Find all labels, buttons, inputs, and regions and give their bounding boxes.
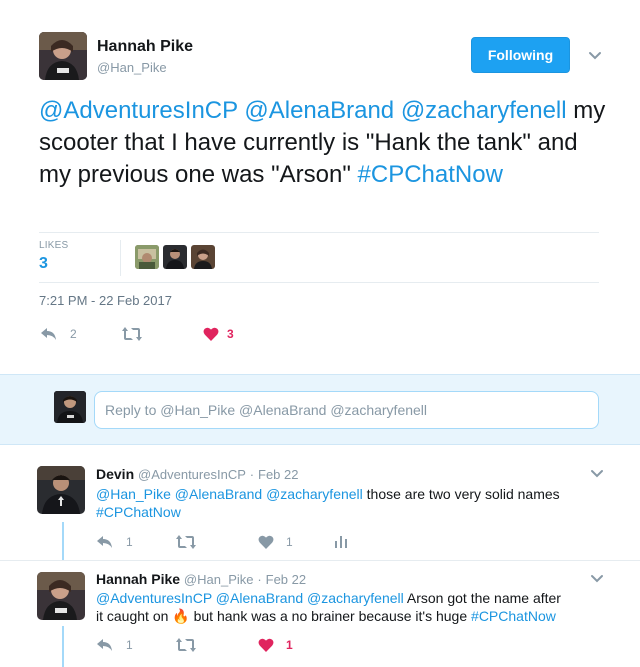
reply-action[interactable]: 1 [96,534,133,550]
thread-line [62,522,64,560]
heart-icon [258,638,274,652]
retweet-action[interactable] [175,637,197,653]
reply-hashtag[interactable]: #CPChatNow [471,608,556,624]
author-handle[interactable]: @Han_Pike [97,60,167,75]
reply-mentions[interactable]: @Han_Pike @AlenaBrand @zacharyfenell [96,486,363,502]
likes-count[interactable]: 3 [39,255,48,273]
heart-icon [258,535,274,549]
analytics-action[interactable] [334,534,348,548]
current-user-avatar [54,391,86,423]
reply-body: those are two very solid names [362,486,560,502]
more-options-chevron-icon[interactable] [587,48,603,69]
retweet-icon [176,535,196,549]
divider [39,282,599,283]
reply-header: Hannah Pike @Han_Pike · Feb 22 [96,571,306,587]
liker-avatar[interactable] [163,245,187,269]
tweet-hashtag[interactable]: #CPChatNow [358,161,503,188]
reply-author-handle[interactable]: @Han_Pike [184,572,254,587]
reply-mentions[interactable]: @AdventuresInCP @AlenaBrand @zacharyfene… [96,590,404,606]
author-name[interactable]: Hannah Pike [97,38,193,56]
like-count: 3 [227,327,234,341]
like-action[interactable]: 1 [258,534,293,550]
likes-label: LIKES [39,240,69,251]
like-action[interactable]: 1 [258,637,293,653]
separator: · [257,572,262,587]
reply-date[interactable]: Feb 22 [266,572,306,587]
reply-action[interactable]: 2 [40,326,77,342]
reply-more-chevron-icon[interactable] [589,571,605,592]
reply-author-name[interactable]: Hannah Pike [96,571,180,587]
following-button[interactable]: Following [471,37,570,73]
reply-author-handle[interactable]: @AdventuresInCP [138,467,246,482]
reply-hashtag[interactable]: #CPChatNow [96,504,181,520]
reply-icon [97,536,112,548]
retweet-action[interactable] [175,534,197,550]
like-action[interactable]: 3 [203,326,234,342]
liker-avatar[interactable] [191,245,215,269]
separator: · [249,467,255,482]
divider [0,560,640,561]
reply-author-avatar[interactable] [37,572,85,620]
reply-count: 1 [126,638,133,652]
analytics-icon [335,536,347,548]
reply-author-name[interactable]: Devin [96,466,134,482]
reply-action[interactable]: 1 [96,637,133,653]
reply-icon [41,328,56,340]
reply-icon [97,639,112,651]
divider [120,240,121,276]
tweet-mentions[interactable]: @AdventuresInCP @AlenaBrand @zacharyfene… [39,97,567,124]
reply-body: but hank was a no brainer because it's h… [189,608,472,624]
like-count: 1 [286,638,293,652]
tweet-text: @AdventuresInCP @AlenaBrand @zacharyfene… [39,95,614,191]
retweet-icon [122,327,142,341]
divider [39,232,599,233]
retweet-icon [176,638,196,652]
liker-avatar[interactable] [135,245,159,269]
reply-date[interactable]: Feb 22 [258,467,298,482]
reply-more-chevron-icon[interactable] [589,466,605,487]
like-count: 1 [286,535,293,549]
reply-count: 2 [70,327,77,341]
thread-line [62,626,64,667]
reply-text: @Han_Pike @AlenaBrand @zacharyfenell tho… [96,485,586,521]
fire-emoji-icon: 🔥 [172,608,190,624]
heart-icon [203,327,219,341]
reply-header: Devin @AdventuresInCP · Feb 22 [96,466,298,482]
reply-count: 1 [126,535,133,549]
tweet-timestamp[interactable]: 7:21 PM - 22 Feb 2017 [39,293,172,308]
reply-text: @AdventuresInCP @AlenaBrand @zacharyfene… [96,589,566,625]
reply-author-avatar[interactable] [37,466,85,514]
author-avatar[interactable] [39,32,87,80]
retweet-action[interactable] [121,326,143,342]
reply-input[interactable]: Reply to @Han_Pike @AlenaBrand @zacharyf… [94,391,599,429]
